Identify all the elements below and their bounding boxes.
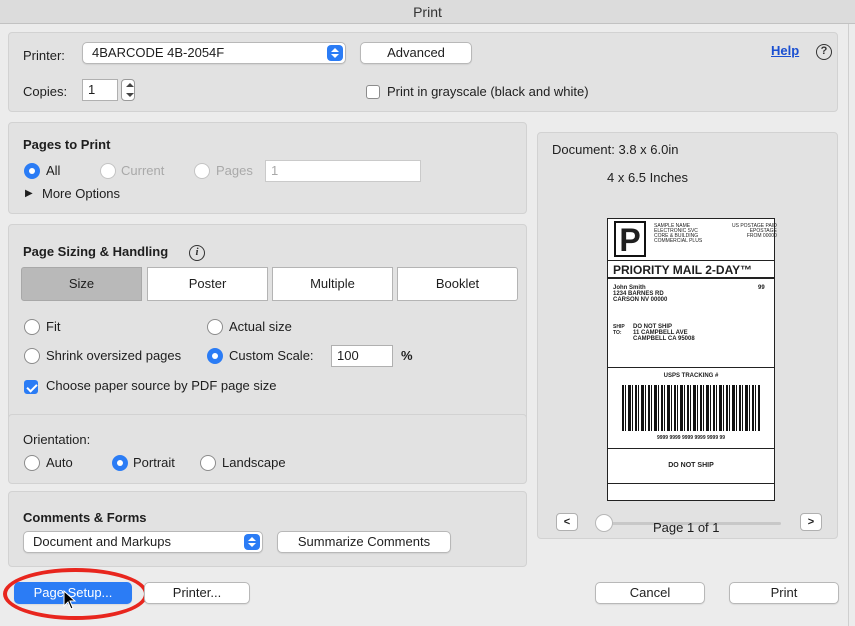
label-sender-block: SAMPLE NAME ELECTRONIC SVC CORE & BUILDI…	[654, 224, 702, 244]
printer-panel: Printer: 4BARCODE 4B-2054F Advanced Help…	[8, 32, 838, 112]
page-sizing-panel: Page Sizing & Handling i Size Poster Mul…	[8, 224, 527, 428]
pages-to-print-title: Pages to Print	[23, 137, 111, 152]
summarize-comments-button[interactable]: Summarize Comments	[277, 531, 451, 553]
label-barcode	[622, 385, 760, 431]
paper-source-label: Choose paper source by PDF page size	[46, 378, 277, 393]
orientation-landscape-radio[interactable]	[200, 455, 216, 471]
to-line: CAMPBELL CA 95008	[633, 336, 695, 342]
label-big-letter: P	[614, 221, 646, 257]
label-footer-text: DO NOT SHIP	[668, 462, 714, 469]
pages-range-input[interactable]: 1	[265, 160, 421, 182]
printer-button[interactable]: Printer...	[144, 582, 250, 604]
actual-size-label: Actual size	[229, 319, 292, 334]
page-preview: P SAMPLE NAME ELECTRONIC SVC CORE & BUIL…	[607, 218, 777, 501]
printer-select[interactable]: 4BARCODE 4B-2054F	[82, 42, 346, 64]
current-label: Current	[121, 163, 165, 178]
label-address-block: John Smith 1234 BARNES RD CARSON NV 0000…	[608, 280, 774, 368]
all-radio[interactable]	[24, 163, 40, 179]
current-radio[interactable]	[100, 163, 116, 179]
help-link[interactable]: Help	[771, 43, 799, 58]
comments-forms-select[interactable]: Document and Markups	[23, 531, 263, 553]
actual-size-radio[interactable]	[207, 319, 223, 335]
tab-booklet[interactable]: Booklet	[397, 267, 518, 301]
pages-to-print-panel: Pages to Print All Current Pages 1 ▶ Mor…	[8, 122, 527, 214]
label-service: PRIORITY MAIL 2-DAY™	[608, 261, 774, 279]
label-footer: DO NOT SHIP	[608, 450, 774, 484]
label-service-text: PRIORITY MAIL 2-DAY™	[613, 263, 753, 277]
paper-source-checkbox[interactable]	[24, 380, 38, 394]
preview-panel: Document: 3.8 x 6.0in 4 x 6.5 Inches P S…	[537, 132, 838, 539]
label-permit-block: US POSTAGE PAID EPOSTAGE FROM 00000	[732, 224, 777, 239]
grayscale-label: Print in grayscale (black and white)	[387, 84, 589, 99]
advanced-button[interactable]: Advanced	[360, 42, 472, 64]
orientation-portrait-label: Portrait	[133, 455, 175, 470]
custom-scale-input[interactable]: 100	[331, 345, 393, 367]
label-tracking-number: 9999 9999 9999 9999 9999 99	[656, 435, 726, 441]
printer-value: 4BARCODE 4B-2054F	[92, 45, 225, 60]
label-ship-to-tag: SHIP TO:	[613, 324, 625, 336]
grayscale-checkbox[interactable]	[366, 85, 380, 99]
copies-stepper[interactable]	[119, 79, 135, 101]
printer-select-arrows-icon	[327, 45, 343, 61]
next-page-button[interactable]: >	[800, 513, 822, 531]
orientation-panel: Orientation: Auto Portrait Landscape	[8, 414, 527, 484]
comments-forms-title: Comments & Forms	[23, 510, 147, 525]
print-button[interactable]: Print	[729, 582, 839, 604]
percent-label: %	[401, 348, 413, 363]
label-zone: 99	[758, 285, 765, 291]
label-header: P SAMPLE NAME ELECTRONIC SVC CORE & BUIL…	[608, 219, 777, 261]
label-from-block: John Smith 1234 BARNES RD CARSON NV 0000…	[613, 285, 667, 303]
page-slider-knob[interactable]	[595, 514, 613, 532]
permit-line: FROM 00000	[746, 233, 777, 239]
label-to-block: DO NOT SHIP 11 CAMPBELL AVE CAMPBELL CA …	[633, 324, 695, 342]
comments-forms-value: Document and Markups	[33, 534, 172, 549]
copies-input[interactable]: 1	[82, 79, 118, 101]
window-title: Print	[0, 0, 855, 24]
pages-radio[interactable]	[194, 163, 210, 179]
orientation-portrait-radio[interactable]	[112, 455, 128, 471]
shrink-oversized-radio[interactable]	[24, 348, 40, 364]
help-icon[interactable]: ?	[816, 44, 832, 60]
page-sizing-title: Page Sizing & Handling	[23, 244, 169, 259]
custom-scale-label: Custom Scale:	[229, 348, 314, 363]
cancel-button[interactable]: Cancel	[595, 582, 705, 604]
paper-size-label: 4 x 6.5 Inches	[607, 170, 688, 185]
orientation-auto-label: Auto	[46, 455, 73, 470]
print-dialog: Printer: 4BARCODE 4B-2054F Advanced Help…	[0, 24, 849, 626]
shrink-oversized-label: Shrink oversized pages	[46, 348, 182, 363]
page-indicator: Page 1 of 1	[653, 520, 720, 535]
more-options-triangle-icon[interactable]: ▶	[25, 188, 33, 199]
from-line: CARSON NV 00000	[613, 297, 668, 303]
all-label: All	[46, 163, 61, 178]
more-options-label[interactable]: More Options	[42, 186, 120, 201]
printer-label: Printer:	[23, 48, 65, 63]
comments-forms-select-arrows-icon	[244, 534, 260, 550]
label-tracking-block: USPS TRACKING # 9999 9999 9999 9999 9999…	[608, 369, 774, 449]
pages-label: Pages	[216, 163, 253, 178]
copies-label: Copies:	[23, 84, 68, 99]
comments-forms-panel: Comments & Forms Document and Markups Su…	[8, 491, 527, 567]
orientation-landscape-label: Landscape	[222, 455, 286, 470]
label-tracking-title: USPS TRACKING #	[663, 373, 719, 379]
copies-stepper-icon	[121, 79, 135, 101]
sender-line: COMMERCIAL PLUS	[654, 238, 703, 244]
orientation-auto-radio[interactable]	[24, 455, 40, 471]
custom-scale-radio[interactable]	[207, 348, 223, 364]
orientation-title: Orientation:	[23, 432, 91, 447]
tab-multiple[interactable]: Multiple	[272, 267, 393, 301]
tab-poster[interactable]: Poster	[147, 267, 268, 301]
document-size-label: Document: 3.8 x 6.0in	[552, 142, 679, 157]
info-icon[interactable]: i	[189, 245, 205, 261]
previous-page-button[interactable]: <	[556, 513, 578, 531]
mouse-pointer-icon	[63, 589, 77, 613]
fit-label: Fit	[46, 319, 61, 334]
fit-radio[interactable]	[24, 319, 40, 335]
tab-size[interactable]: Size	[21, 267, 142, 301]
